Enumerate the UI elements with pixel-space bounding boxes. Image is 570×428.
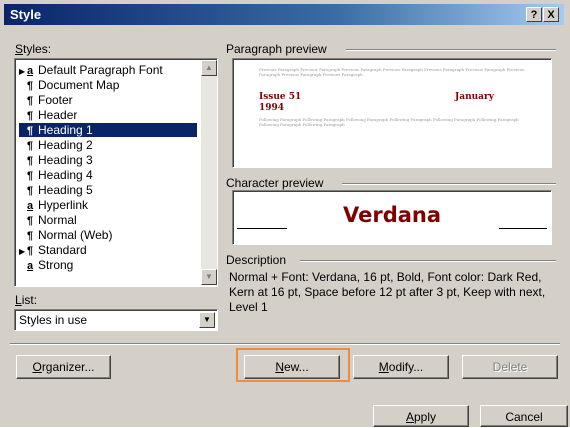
paragraph-style-icon: ¶ — [27, 155, 34, 167]
character-style-icon: a — [27, 200, 34, 212]
character-sample: Verdana — [342, 203, 442, 227]
paragraph-style-icon: ¶ — [27, 245, 34, 257]
preview-heading-right: January — [455, 92, 494, 102]
style-list-item[interactable]: a Strong — [19, 258, 73, 272]
style-list-item[interactable]: ¶ Normal — [19, 213, 77, 227]
character-preview-box: Verdana — [232, 190, 552, 245]
style-list-item[interactable]: ¶ Heading 1 — [19, 123, 197, 137]
list-label: List: — [15, 293, 38, 307]
dropdown-arrow-icon[interactable]: ▼ — [199, 312, 215, 328]
cancel-button[interactable]: Cancel — [480, 405, 568, 427]
close-button[interactable]: X — [543, 7, 559, 22]
character-preview-label: Character preview — [226, 176, 324, 190]
style-list-item[interactable]: ¶ Heading 5 — [19, 183, 93, 197]
linked-style-marker-icon: ▶ — [19, 247, 26, 256]
divider — [342, 183, 556, 185]
organizer-button[interactable]: Organizer... — [16, 355, 111, 379]
style-list-item-label: Footer — [38, 93, 73, 107]
style-list-item-label: Heading 1 — [38, 123, 93, 137]
style-list-item[interactable]: ▶ ¶ Standard — [19, 243, 87, 257]
character-style-icon: a — [27, 260, 34, 272]
style-list-item-label: Heading 4 — [38, 168, 93, 182]
paragraph-style-icon: ¶ — [27, 215, 34, 227]
style-list-item[interactable]: ¶ Heading 2 — [19, 138, 93, 152]
modify-button[interactable]: Modify... — [353, 355, 449, 379]
style-list-item-label: Hyperlink — [38, 198, 89, 212]
description-text: Normal + Font: Verdana, 16 pt, Bold, Fon… — [229, 270, 546, 314]
style-list-item[interactable]: ▶ a Default Paragraph Font — [19, 63, 163, 77]
linked-style-marker-icon: ▶ — [19, 67, 26, 76]
paragraph-style-icon: ¶ — [27, 185, 34, 197]
list-dropdown-value: Styles in use — [19, 313, 88, 327]
divider — [300, 260, 556, 262]
style-list-item[interactable]: a Hyperlink — [19, 198, 88, 212]
style-list-item[interactable]: ¶ Normal (Web) — [19, 228, 112, 242]
style-list-item[interactable]: ¶ Document Map — [19, 78, 119, 92]
dialog-title: Style — [10, 7, 42, 22]
paragraph-style-icon: ¶ — [27, 230, 34, 242]
scroll-down-icon[interactable]: ▼ — [201, 269, 217, 285]
paragraph-style-icon: ¶ — [27, 125, 34, 137]
style-list-item-label: Normal — [38, 213, 77, 227]
style-list-item[interactable]: ¶ Heading 3 — [19, 153, 93, 167]
style-list-item-label: Document Map — [38, 78, 120, 92]
paragraph-style-icon: ¶ — [27, 95, 34, 107]
new-button[interactable]: New... — [244, 355, 340, 379]
divider — [346, 49, 556, 51]
apply-button[interactable]: Apply — [373, 405, 469, 427]
paragraph-style-icon: ¶ — [27, 80, 34, 92]
paragraph-preview-box: Previous Paragraph Previous Paragraph Pr… — [232, 58, 552, 168]
style-list-item[interactable]: ¶ Heading 4 — [19, 168, 93, 182]
styles-list[interactable]: ▶ a Default Paragraph Font ¶ Document Map ¶ Fo… — [14, 58, 218, 287]
baseline-left — [237, 228, 287, 229]
paragraph-preview-label: Paragraph preview — [226, 42, 327, 56]
style-dialog: Style ? X Styles: ▶ a Default Paragraph Fo… — [0, 0, 570, 427]
style-list-item-label: Standard — [38, 243, 87, 257]
scroll-up-icon[interactable]: ▲ — [201, 60, 217, 76]
style-list-item-label: Heading 5 — [38, 183, 93, 197]
style-list-item-label: Normal (Web) — [38, 228, 113, 242]
style-list-item-label: Heading 3 — [38, 153, 93, 167]
style-list-item[interactable]: ¶ Header — [19, 108, 77, 122]
style-list-item-label: Header — [38, 108, 78, 122]
paragraph-style-icon: ¶ — [27, 110, 34, 122]
list-dropdown[interactable]: Styles in use ▼ — [14, 309, 218, 331]
character-style-icon: a — [27, 65, 34, 77]
previous-paragraph-text: Previous Paragraph Previous Paragraph Pr… — [259, 67, 525, 77]
style-list-item[interactable]: ¶ Footer — [19, 93, 73, 107]
help-button[interactable]: ? — [526, 7, 542, 22]
delete-button[interactable]: Delete — [462, 355, 558, 379]
style-list-item-label: Default Paragraph Font — [38, 63, 163, 77]
paragraph-style-icon: ¶ — [27, 140, 34, 152]
paragraph-style-icon: ¶ — [27, 170, 34, 182]
baseline-right — [499, 228, 547, 229]
separator — [10, 343, 560, 345]
styles-label: Styles: — [15, 42, 52, 56]
following-paragraph-text: Following Paragraph Following Paragraph … — [259, 117, 519, 127]
title-bar[interactable]: Style ? X — [4, 4, 564, 25]
style-list-item-label: Heading 2 — [38, 138, 93, 152]
description-label: Description — [226, 253, 287, 267]
style-list-item-label: Strong — [38, 258, 74, 272]
preview-heading-left: Issue 51 — [259, 92, 302, 102]
styles-scrollbar[interactable]: ▲ ▼ — [201, 60, 217, 285]
preview-heading-year: 1994 — [259, 103, 285, 113]
